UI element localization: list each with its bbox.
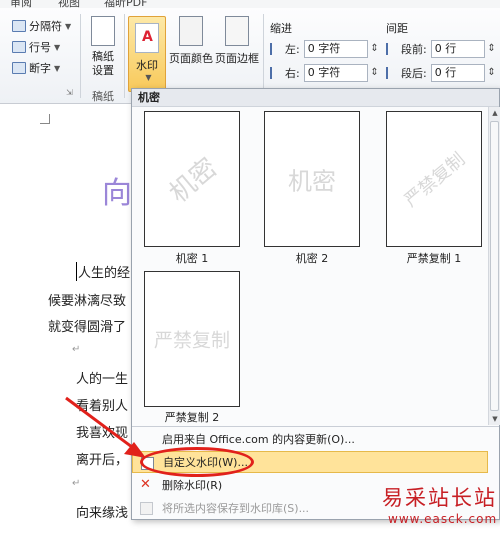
annotation-highlight-oval	[140, 447, 254, 477]
site-logo: 易采站长站 www.easck.com	[382, 482, 500, 526]
site-logo-url: www.easck.com	[388, 512, 498, 526]
site-logo-name: 易采站长站	[382, 486, 497, 510]
